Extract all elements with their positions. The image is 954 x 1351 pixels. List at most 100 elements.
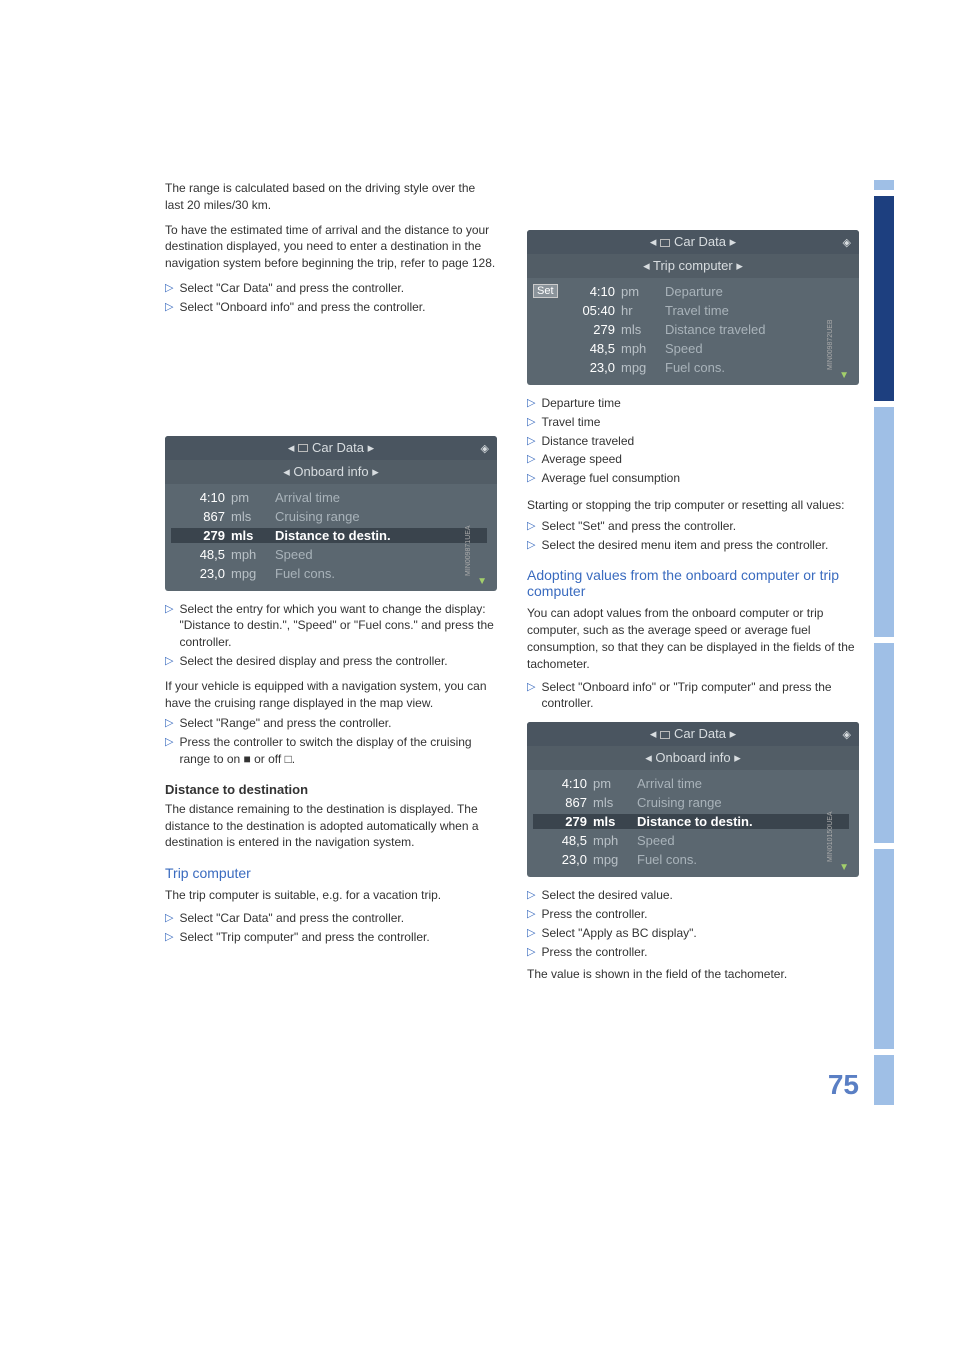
- row-value: 23,0: [561, 360, 621, 375]
- menu-row[interactable]: 23,0mpgFuel cons.: [533, 850, 849, 869]
- scroll-down-icon: ▼: [477, 576, 487, 587]
- row-value: 4:10: [561, 284, 621, 299]
- step-text: Select the desired value.: [541, 887, 859, 904]
- row-value: 867: [171, 509, 231, 524]
- step-text: Select "Set" and press the controller.: [541, 518, 859, 535]
- row-label: Departure: [661, 284, 849, 299]
- row-label: Cruising range: [271, 509, 487, 524]
- menu-row[interactable]: 279mlsDistance traveled: [533, 320, 849, 339]
- step-text: Select "Onboard info" or "Trip computer"…: [541, 679, 859, 713]
- row-value: 23,0: [533, 852, 593, 867]
- bullet-text: Average fuel consumption: [541, 470, 859, 487]
- row-unit: pm: [231, 490, 271, 505]
- screen-title: ◂ Car Data ▸ ◈: [527, 230, 859, 254]
- menu-row[interactable]: 279mlsDistance to destin.: [533, 812, 849, 831]
- chevron-right-icon: ▷: [527, 519, 535, 534]
- step-text: Press the controller.: [541, 906, 859, 923]
- row-value: 48,5: [171, 547, 231, 562]
- row-label: Distance to destin.: [633, 814, 849, 829]
- row-value: 867: [533, 795, 593, 810]
- trip-computer-screen: ◂ Car Data ▸ ◈ ◂ Trip computer ▸ Set 4:1…: [527, 230, 859, 385]
- row-label: Arrival time: [633, 776, 849, 791]
- chevron-right-icon: ▷: [527, 907, 535, 922]
- row-value: 279: [171, 528, 231, 543]
- step-text: Press the controller to switch the displ…: [179, 734, 497, 768]
- step-text: Select "Onboard info" and press the cont…: [179, 299, 497, 316]
- trip-text: The trip computer is suitable, e.g. for …: [165, 887, 497, 904]
- row-label: Distance traveled: [661, 322, 849, 337]
- figure-code: MIN010150UEA: [827, 812, 834, 863]
- menu-row[interactable]: 867mlsCruising range: [533, 793, 849, 812]
- step-text: Select "Apply as BC display".: [541, 925, 859, 942]
- figure-code: MIN009871UEA: [465, 525, 472, 576]
- diamond-icon: ◈: [843, 236, 851, 249]
- bullet-text: Average speed: [541, 451, 859, 468]
- menu-row[interactable]: 05:40hrTravel time: [533, 301, 849, 320]
- menu-row[interactable]: 4:10pmArrival time: [533, 774, 849, 793]
- scroll-down-icon: ▼: [839, 370, 849, 381]
- figure-code: MIN009872UEB: [827, 319, 834, 370]
- step-text: Select "Trip computer" and press the con…: [179, 929, 497, 946]
- step-text: Select "Car Data" and press the controll…: [179, 280, 497, 297]
- row-unit: mph: [621, 341, 661, 356]
- row-label: Fuel cons.: [633, 852, 849, 867]
- chevron-right-icon: ▷: [527, 888, 535, 903]
- menu-row[interactable]: 867mlsCruising range: [171, 507, 487, 526]
- chevron-right-icon: ▷: [527, 415, 535, 430]
- onboard-info-screen-2: ◂ Car Data ▸ ◈ ◂ Onboard info ▸ 4:10pmAr…: [527, 722, 859, 877]
- menu-row[interactable]: 23,0mpgFuel cons.: [171, 564, 487, 583]
- set-button[interactable]: Set: [533, 284, 558, 298]
- right-column: ◂ Car Data ▸ ◈ ◂ Trip computer ▸ Set 4:1…: [527, 180, 859, 987]
- start-stop-text: Starting or stopping the trip computer o…: [527, 497, 859, 514]
- chevron-right-icon: ▷: [165, 930, 173, 945]
- intro-text2: To have the estimated time of arrival an…: [165, 222, 497, 272]
- page-number: 75: [828, 1069, 859, 1101]
- row-label: Distance to destin.: [271, 528, 487, 543]
- menu-row[interactable]: 48,5mphSpeed: [533, 339, 849, 358]
- onboard-info-screen: ◂ Car Data ▸ ◈ ◂ Onboard info ▸ 4:10pmAr…: [165, 436, 497, 591]
- step-text: Select the entry for which you want to c…: [179, 601, 497, 651]
- chevron-right-icon: ▷: [165, 300, 173, 315]
- row-unit: mls: [593, 795, 633, 810]
- diamond-icon: ◈: [481, 442, 489, 455]
- row-label: Arrival time: [271, 490, 487, 505]
- row-label: Cruising range: [633, 795, 849, 810]
- menu-row[interactable]: 48,5mphSpeed: [171, 545, 487, 564]
- row-unit: mls: [593, 814, 633, 829]
- screen-subtitle: ◂ Onboard info ▸: [527, 746, 859, 770]
- row-unit: mph: [231, 547, 271, 562]
- chevron-right-icon: ▷: [165, 716, 173, 731]
- row-label: Speed: [633, 833, 849, 848]
- row-unit: mls: [621, 322, 661, 337]
- row-value: 279: [533, 814, 593, 829]
- heading-adopt: Adopting values from the onboard compute…: [527, 567, 859, 599]
- row-label: Fuel cons.: [661, 360, 849, 375]
- screen-title: ◂ Car Data ▸ ◈: [527, 722, 859, 746]
- bullet-text: Travel time: [541, 414, 859, 431]
- menu-row[interactable]: 4:10pmArrival time: [171, 488, 487, 507]
- chevron-right-icon: ▷: [527, 926, 535, 941]
- chevron-right-icon: ▷: [527, 945, 535, 960]
- row-label: Travel time: [661, 303, 849, 318]
- subheading-distance: Distance to destination: [165, 782, 497, 797]
- menu-row[interactable]: 4:10pmDeparture: [533, 282, 849, 301]
- menu-row[interactable]: 279mlsDistance to destin.: [171, 526, 487, 545]
- chevron-right-icon: ▷: [165, 602, 173, 617]
- menu-row[interactable]: 48,5mphSpeed: [533, 831, 849, 850]
- screen-title: ◂ Car Data ▸ ◈: [165, 436, 497, 460]
- step-text: Select "Range" and press the controller.: [179, 715, 497, 732]
- menu-row[interactable]: 23,0mpgFuel cons.: [533, 358, 849, 377]
- side-tab: [874, 1055, 894, 1105]
- step-text: Select the desired display and press the…: [179, 653, 497, 670]
- intro-text: The range is calculated based on the dri…: [165, 180, 497, 214]
- screen-subtitle: ◂ Trip computer ▸: [527, 254, 859, 278]
- diamond-icon: ◈: [843, 728, 851, 741]
- row-value: 48,5: [561, 341, 621, 356]
- chevron-right-icon: ▷: [527, 471, 535, 486]
- chevron-right-icon: ▷: [165, 654, 173, 669]
- chevron-right-icon: ▷: [527, 434, 535, 449]
- row-unit: mpg: [621, 360, 661, 375]
- row-unit: hr: [621, 303, 661, 318]
- row-unit: mpg: [231, 566, 271, 581]
- bullet-text: Distance traveled: [541, 433, 859, 450]
